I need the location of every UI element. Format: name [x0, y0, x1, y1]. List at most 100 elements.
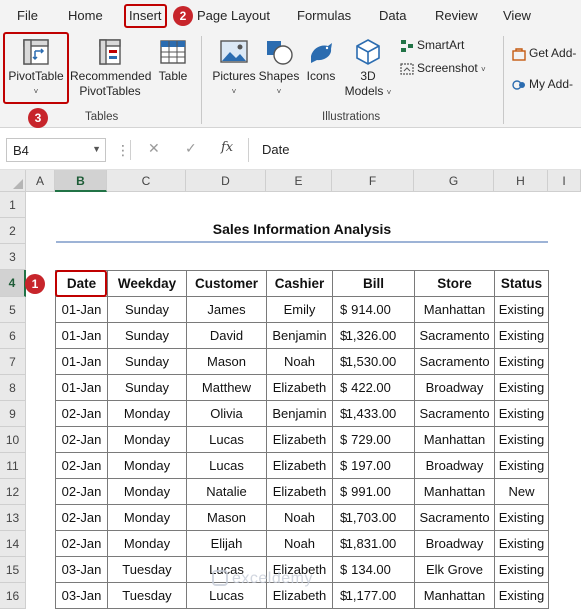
cell-bill[interactable]: $197.00 [332, 452, 415, 479]
cell-bill[interactable]: $134.00 [332, 556, 415, 583]
cell-bill[interactable]: $729.00 [332, 426, 415, 453]
column-header-c[interactable]: C [107, 170, 186, 192]
screenshot-dropdown-caret[interactable]: ˅ [481, 65, 486, 74]
cell-weekday[interactable]: Sunday [107, 296, 187, 323]
cell-date[interactable]: 01-Jan [55, 322, 108, 349]
cell-date[interactable]: 02-Jan [55, 400, 108, 427]
screenshot-button[interactable]: Screenshot ˅ [400, 61, 486, 76]
cell-cashier[interactable]: Benjamin [266, 400, 333, 427]
cell-bill[interactable]: $1,326.00 [332, 322, 415, 349]
cell-customer[interactable]: Lucas [186, 426, 267, 453]
cell-status[interactable]: Existing [494, 530, 549, 557]
cell-store[interactable]: Broadway [414, 530, 495, 557]
formula-input[interactable]: Date [262, 142, 289, 157]
cell-weekday[interactable]: Sunday [107, 374, 187, 401]
cell-status[interactable]: Existing [494, 400, 549, 427]
enter-check-icon[interactable]: ✓ [185, 140, 197, 157]
icons-button[interactable]: Icons [303, 38, 339, 84]
cell-bill[interactable]: $1,177.00 [332, 582, 415, 609]
cell-store[interactable]: Manhattan [414, 426, 495, 453]
cell-weekday[interactable]: Sunday [107, 348, 187, 375]
my-addins-button[interactable]: My Add- [512, 77, 573, 92]
tab-formulas[interactable]: Formulas [297, 8, 351, 23]
row-header-14[interactable]: 14 [0, 531, 26, 557]
cell-weekday[interactable]: Monday [107, 504, 187, 531]
name-box[interactable]: B4 ▼ [6, 138, 106, 162]
cell-weekday[interactable]: Tuesday [107, 582, 187, 609]
cell-date[interactable]: 03-Jan [55, 582, 108, 609]
cell-status[interactable]: Existing [494, 296, 549, 323]
cell-status[interactable]: Existing [494, 374, 549, 401]
tab-review[interactable]: Review [435, 8, 478, 23]
cell-customer[interactable]: James [186, 296, 267, 323]
name-box-dropdown-icon[interactable]: ▼ [92, 144, 101, 154]
tab-page-layout[interactable]: Page Layout [197, 8, 270, 23]
column-header-b[interactable]: B [55, 170, 107, 192]
cell-customer[interactable]: Matthew [186, 374, 267, 401]
cell-store[interactable]: Manhattan [414, 478, 495, 505]
cell-weekday[interactable]: Monday [107, 530, 187, 557]
sheet-title[interactable]: Sales Information Analysis [56, 221, 548, 237]
cell-bill[interactable]: $1,831.00 [332, 530, 415, 557]
cell-weekday[interactable]: Monday [107, 426, 187, 453]
cell-customer[interactable]: David [186, 322, 267, 349]
row-header-1[interactable]: 1 [0, 192, 26, 218]
cell-date[interactable]: 02-Jan [55, 530, 108, 557]
shapes-dropdown-caret[interactable]: ˅ [258, 84, 300, 99]
cell-bill[interactable]: $991.00 [332, 478, 415, 505]
cell-cashier[interactable]: Elizabeth [266, 374, 333, 401]
cell-status[interactable]: Existing [494, 452, 549, 479]
table-button[interactable]: Table [154, 38, 192, 84]
pictures-button[interactable]: Pictures ˅ [210, 38, 258, 99]
3d-models-dropdown-caret[interactable]: ˅ [387, 88, 392, 97]
cell-bill[interactable]: $914.00 [332, 296, 415, 323]
tab-data[interactable]: Data [379, 8, 406, 23]
header-cashier[interactable]: Cashier [266, 270, 333, 297]
cell-weekday[interactable]: Sunday [107, 322, 187, 349]
cell-customer[interactable]: Olivia [186, 400, 267, 427]
cell-cashier[interactable]: Elizabeth [266, 426, 333, 453]
cell-cashier[interactable]: Noah [266, 348, 333, 375]
column-header-e[interactable]: E [266, 170, 332, 192]
pictures-dropdown-caret[interactable]: ˅ [210, 84, 258, 99]
column-header-g[interactable]: G [414, 170, 494, 192]
row-header-2[interactable]: 2 [0, 218, 26, 244]
cell-weekday[interactable]: Monday [107, 478, 187, 505]
cell-status[interactable]: Existing [494, 556, 549, 583]
cell-store[interactable]: Sacramento [414, 504, 495, 531]
header-status[interactable]: Status [494, 270, 549, 297]
row-header-6[interactable]: 6 [0, 323, 26, 349]
cell-store[interactable]: Elk Grove [414, 556, 495, 583]
cell-status[interactable]: Existing [494, 426, 549, 453]
pivottable-dropdown-caret[interactable]: ˅ [5, 84, 67, 99]
column-header-d[interactable]: D [186, 170, 266, 192]
header-weekday[interactable]: Weekday [107, 270, 187, 297]
pivottable-button[interactable]: PivotTable ˅ [5, 38, 67, 99]
insert-function-icon[interactable]: fx [221, 140, 233, 155]
tab-home[interactable]: Home [68, 8, 103, 23]
cell-customer[interactable]: Natalie [186, 478, 267, 505]
cell-store[interactable]: Sacramento [414, 400, 495, 427]
row-header-4[interactable]: 4 [0, 270, 26, 297]
column-header-i[interactable]: I [548, 170, 581, 192]
cell-date[interactable]: 01-Jan [55, 348, 108, 375]
cell-bill[interactable]: $1,530.00 [332, 348, 415, 375]
row-header-16[interactable]: 16 [0, 583, 26, 609]
header-bill[interactable]: Bill [332, 270, 415, 297]
row-header-12[interactable]: 12 [0, 479, 26, 505]
cell-bill[interactable]: $422.00 [332, 374, 415, 401]
row-header-15[interactable]: 15 [0, 557, 26, 583]
cell-cashier[interactable]: Noah [266, 504, 333, 531]
cell-weekday[interactable]: Monday [107, 452, 187, 479]
row-header-10[interactable]: 10 [0, 427, 26, 453]
recommended-pivottables-button[interactable]: Recommended PivotTables [70, 38, 151, 99]
cell-store[interactable]: Manhattan [414, 582, 495, 609]
tab-file[interactable]: File [17, 8, 38, 23]
cell-date[interactable]: 03-Jan [55, 556, 108, 583]
cell-store[interactable]: Sacramento [414, 348, 495, 375]
cell-store[interactable]: Broadway [414, 452, 495, 479]
cell-customer[interactable]: Elijah [186, 530, 267, 557]
row-header-7[interactable]: 7 [0, 349, 26, 375]
cell-store[interactable]: Broadway [414, 374, 495, 401]
row-header-3[interactable]: 3 [0, 244, 26, 270]
